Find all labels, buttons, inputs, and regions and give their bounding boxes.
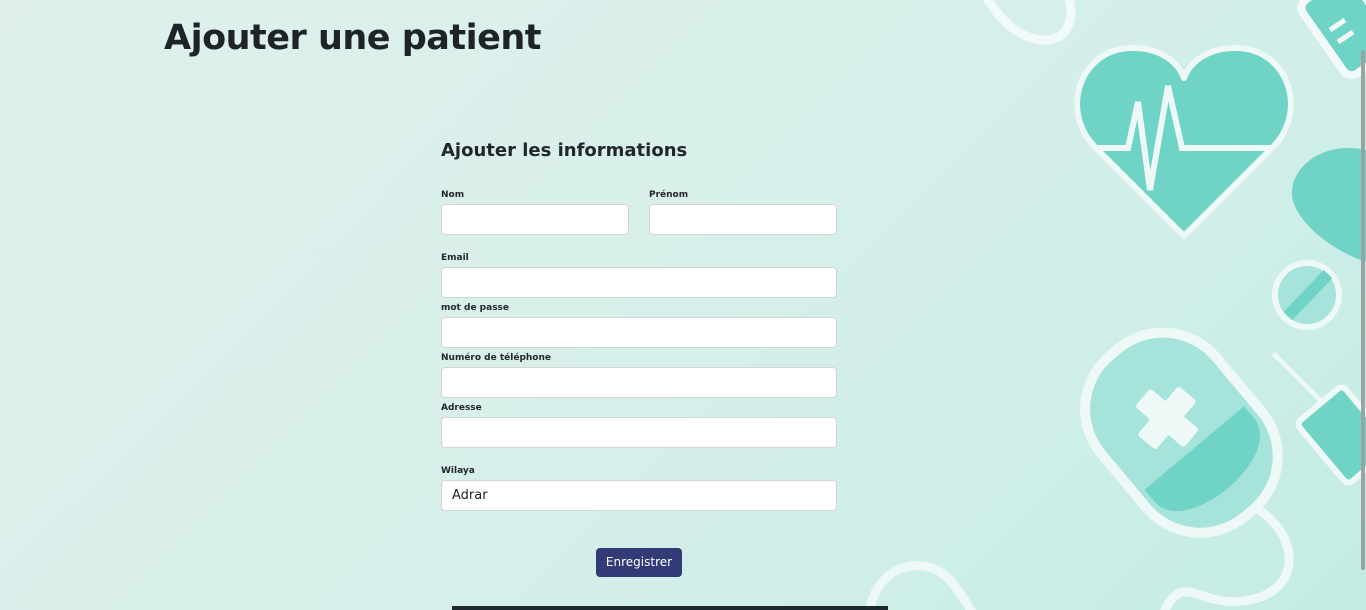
address-field-group: Adresse: [441, 402, 837, 448]
page-title: Ajouter une patient: [164, 18, 542, 58]
wilaya-label: Wilaya: [441, 466, 475, 476]
wilaya-select[interactable]: Adrar: [441, 480, 837, 511]
thermometer-icon: [1297, 0, 1366, 80]
page-scrollbar[interactable]: [1361, 50, 1365, 570]
prenom-input[interactable]: [649, 204, 837, 235]
address-input[interactable]: [441, 417, 837, 448]
wilaya-field-group: Wilaya Adrar: [441, 465, 837, 511]
address-label: Adresse: [441, 403, 482, 413]
prenom-field-group: Prénom: [649, 189, 837, 235]
footer-bar: [452, 606, 888, 610]
stethoscope-icon: [982, 0, 1076, 45]
email-label: Email: [441, 253, 469, 263]
password-field-group: mot de passe: [441, 302, 837, 348]
nom-input[interactable]: [441, 204, 629, 235]
save-button[interactable]: Enregistrer: [596, 548, 682, 577]
form-title: Ajouter les informations: [441, 140, 688, 161]
phone-label: Numéro de téléphone: [441, 353, 551, 363]
phone-input[interactable]: [441, 367, 837, 398]
pill-icon: [1272, 260, 1342, 330]
capsule-icon: [1291, 148, 1366, 262]
syringe-icon: [1272, 352, 1366, 486]
nom-field-group: Nom: [441, 189, 629, 235]
nom-label: Nom: [441, 190, 465, 200]
password-input[interactable]: [441, 317, 837, 348]
heart-pulse-icon: [1074, 44, 1294, 239]
email-input[interactable]: [441, 267, 837, 298]
email-field-group: Email: [441, 252, 837, 298]
prenom-label: Prénom: [649, 190, 689, 200]
phone-field-group: Numéro de téléphone: [441, 352, 837, 398]
password-label: mot de passe: [441, 303, 510, 313]
iv-bag-icon: [1080, 327, 1283, 538]
